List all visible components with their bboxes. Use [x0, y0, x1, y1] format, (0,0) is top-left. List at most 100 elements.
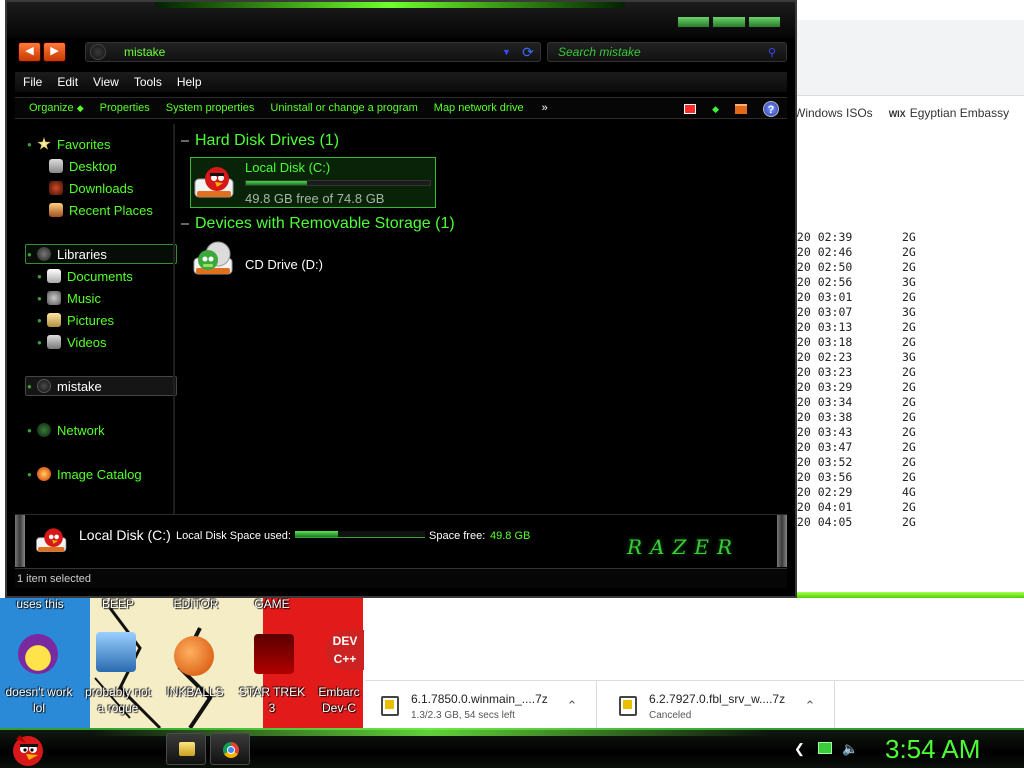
map-network-drive-button[interactable]: Map network drive — [434, 102, 524, 114]
tray-chevron-icon[interactable]: ❮ — [794, 741, 805, 757]
listing-size: 2G — [902, 410, 916, 424]
nav-downloads[interactable]: Downloads — [49, 179, 133, 197]
nav-music[interactable]: ● Music — [37, 289, 101, 307]
navigation-pane: ● Favorites Desktop Downloads Recent Pla… — [15, 124, 177, 514]
nav-desktop[interactable]: Desktop — [49, 157, 117, 175]
listing-time: 020 03:07 — [790, 305, 853, 319]
organize-button[interactable]: Organize ◆ — [29, 102, 84, 114]
removable-group-header[interactable]: Devices with Removable Storage (1) — [181, 215, 455, 233]
view-dropdown-icon[interactable]: ◆ — [712, 104, 719, 115]
refresh-icon[interactable]: ⟳ — [516, 44, 540, 61]
chevron-down-icon[interactable]: ▼ — [502, 47, 516, 57]
star-icon — [37, 137, 51, 150]
close-button[interactable] — [747, 16, 781, 28]
nav-image-catalog[interactable]: ● Image Catalog — [27, 465, 142, 483]
nav-label: Network — [57, 422, 105, 438]
nav-libraries[interactable]: ● Libraries — [27, 245, 107, 263]
nav-label: Favorites — [57, 136, 111, 152]
organize-label: Organize — [29, 102, 74, 114]
forward-button[interactable]: ▶ — [43, 42, 66, 62]
listing-time: 020 02:29 — [790, 485, 853, 499]
listing-row: 020 03:01 2G — [790, 290, 950, 305]
address-bar[interactable]: mistake ▼ ⟳ — [85, 42, 541, 62]
listing-row: 020 03:34 2G — [790, 395, 950, 410]
hdd-group-header[interactable]: Hard Disk Drives (1) — [181, 132, 339, 150]
drive-item-c[interactable]: Local Disk (C:) 49.8 GB free of 74.8 GB — [190, 157, 436, 208]
taskbar-chrome-button[interactable] — [210, 733, 250, 765]
nav-recent-places[interactable]: Recent Places — [49, 201, 153, 219]
details-title: Local Disk (C:) — [79, 527, 171, 543]
inkball-icon — [174, 636, 214, 676]
back-button[interactable]: ◀ — [18, 42, 41, 62]
listing-row: 020 02:39 2G — [790, 230, 950, 245]
folder-icon — [179, 742, 195, 756]
browser-address-area[interactable] — [790, 20, 1024, 66]
chevron-up-icon[interactable]: ⌃ — [562, 698, 582, 714]
nav-pictures[interactable]: ● Pictures — [37, 311, 114, 329]
tree-bullet: ● — [37, 315, 42, 325]
listing-row: 020 03:29 2G — [790, 380, 950, 395]
uninstall-program-button[interactable]: Uninstall or change a program — [270, 102, 417, 114]
listing-time: 020 03:01 — [790, 290, 853, 304]
tree-bullet: ● — [27, 425, 32, 435]
nav-network[interactable]: ● Network — [27, 421, 105, 439]
drive-free-text: 49.8 GB free of 74.8 GB — [245, 191, 385, 206]
system-properties-button[interactable]: System properties — [166, 102, 255, 114]
libraries-icon — [37, 247, 51, 261]
listing-size: 2G — [902, 470, 916, 484]
listing-row: 020 02:46 2G — [790, 245, 950, 260]
star-trek-icon — [254, 634, 294, 674]
menu-help[interactable]: Help — [177, 75, 202, 89]
more-commands-icon[interactable]: » — [542, 102, 548, 114]
bookmark-egyptian-embassy[interactable]: WIX Egyptian Embassy — [889, 106, 1009, 120]
listing-size: 2G — [902, 455, 916, 469]
search-placeholder: Search mistake — [558, 45, 641, 59]
menu-edit[interactable]: Edit — [57, 75, 78, 89]
listing-time: 020 03:13 — [790, 320, 853, 334]
search-icon[interactable]: ⚲ — [768, 46, 786, 59]
nav-favorites[interactable]: ● Favorites — [27, 135, 110, 153]
drive-usage-bar — [245, 180, 431, 186]
tray-volume-icon[interactable]: 🔈 — [842, 741, 858, 757]
nav-videos[interactable]: ● Videos — [37, 333, 107, 351]
tree-bullet: ● — [37, 337, 42, 347]
downloads-icon — [49, 181, 63, 195]
menu-bar: File Edit View Tools Help — [15, 72, 787, 92]
properties-button[interactable]: Properties — [100, 102, 150, 114]
tree-bullet: ● — [37, 293, 42, 303]
taskbar-explorer-button[interactable] — [166, 733, 206, 765]
status-text: 1 item selected — [17, 573, 91, 585]
nav-homegroup[interactable]: ● mistake — [27, 377, 102, 395]
listing-size: 2G — [902, 335, 916, 349]
maximize-button[interactable] — [712, 16, 746, 28]
minimize-button[interactable] — [677, 16, 711, 28]
address-value: mistake — [124, 45, 166, 59]
nav-documents[interactable]: ● Documents — [37, 267, 133, 285]
devcpp-icon: DEV C++ — [326, 630, 364, 670]
nav-label: Downloads — [69, 180, 134, 196]
desktop-top-label: BEEP — [101, 597, 134, 611]
menu-view[interactable]: View — [93, 75, 119, 89]
preview-pane-icon[interactable] — [735, 104, 747, 114]
desktop-icon-label: probably not a rogue — [84, 685, 152, 715]
tray-network-icon[interactable] — [818, 742, 832, 754]
download-item[interactable]: 6.2.7927.0.fbl_srv_w....7z Canceled ⌃ — [603, 681, 835, 731]
pane-splitter[interactable] — [173, 124, 175, 514]
search-box[interactable]: Search mistake ⚲ — [547, 42, 787, 62]
view-mode-icon[interactable] — [684, 104, 697, 114]
bookmark-windows-isos[interactable]: Windows ISOs — [794, 106, 873, 120]
nav-label: Music — [67, 290, 101, 306]
listing-row: 020 03:52 2G — [790, 455, 950, 470]
chevron-up-icon[interactable]: ⌃ — [800, 698, 820, 714]
start-button-angry-bird-icon[interactable] — [6, 729, 48, 767]
menu-file[interactable]: File — [23, 75, 42, 89]
help-icon[interactable]: ? — [763, 101, 779, 117]
space-free-label: Space free: — [429, 530, 486, 542]
taskbar-clock[interactable]: 3:54 AM — [885, 734, 980, 765]
download-item[interactable]: 6.1.7850.0.winmain_....7z 1.3/2.3 GB, 54… — [365, 681, 597, 731]
listing-row: 020 03:23 2G — [790, 365, 950, 380]
listing-time: 020 03:38 — [790, 410, 853, 424]
menu-tools[interactable]: Tools — [134, 75, 162, 89]
wix-icon: WIX — [888, 109, 906, 119]
homegroup-icon — [37, 379, 51, 393]
